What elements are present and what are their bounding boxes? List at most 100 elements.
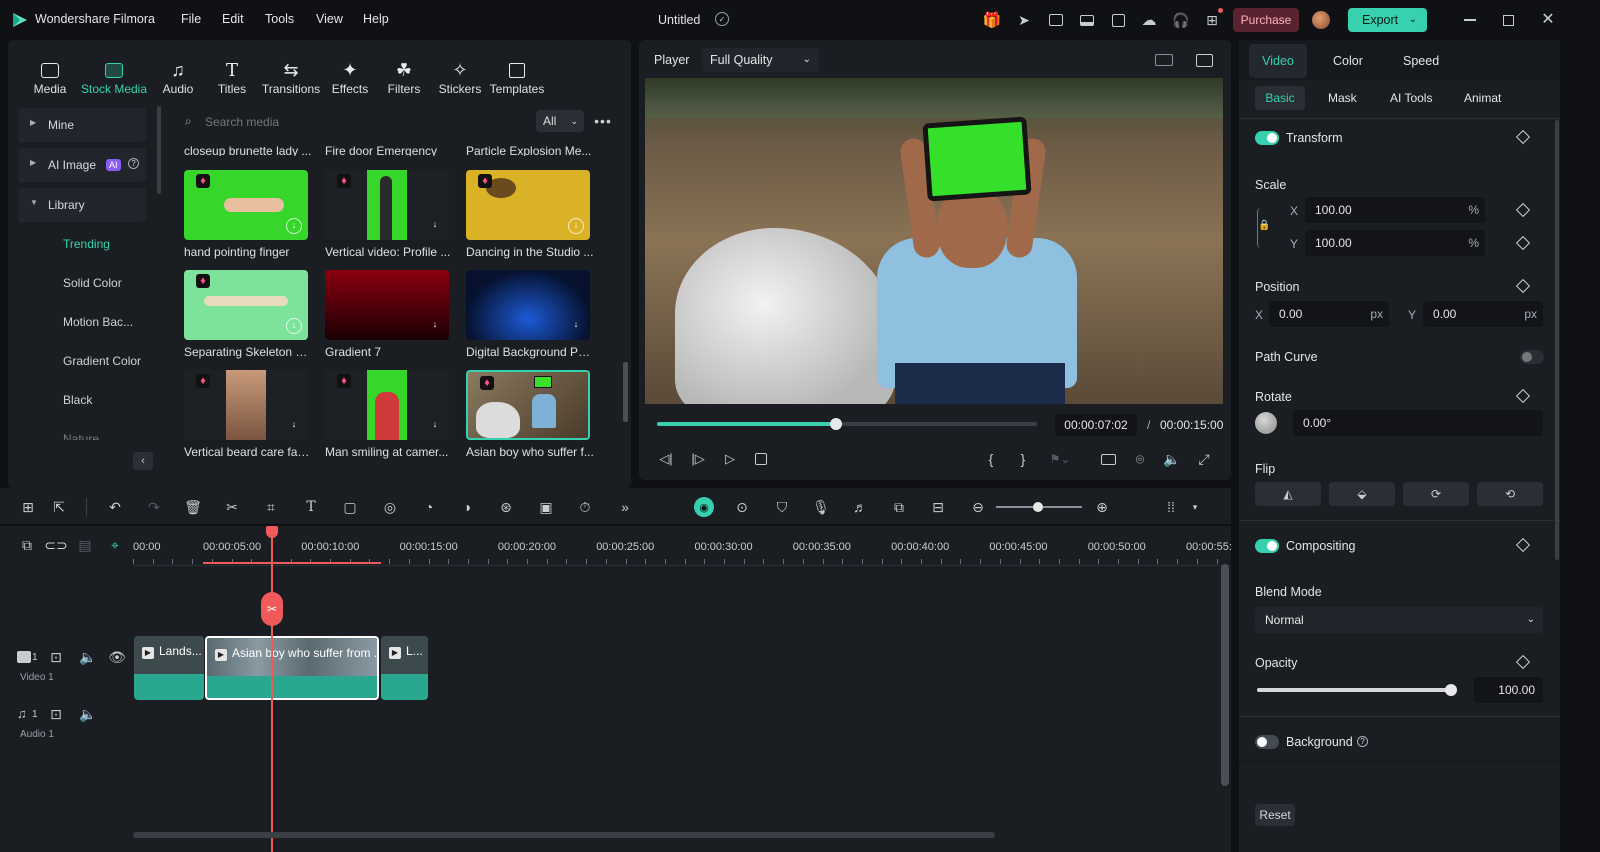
zoom-in-icon[interactable]: ⊕ — [1093, 498, 1111, 516]
speed-icon[interactable]: ◔ — [420, 498, 438, 516]
search-bar[interactable]: ⌕ — [173, 108, 548, 136]
menu-file[interactable]: File — [181, 12, 201, 26]
sidebar-item-mine[interactable]: ▶ Mine — [18, 108, 146, 142]
rotate-dial[interactable] — [1255, 412, 1277, 434]
gift-icon[interactable]: 🎁 — [983, 11, 1002, 29]
menu-view[interactable]: View — [316, 12, 343, 26]
reset-button[interactable]: Reset — [1255, 804, 1295, 826]
media-thumb-skeleton-hands[interactable]: ♦ ↓ — [184, 270, 308, 340]
split-scissors-icon[interactable]: ✂ — [261, 592, 283, 626]
sidebar-item-gradient-color[interactable]: Gradient Color — [63, 354, 141, 368]
avatar[interactable] — [1312, 11, 1330, 29]
scale-x-field[interactable]: 100.00 % — [1305, 197, 1485, 223]
download-icon[interactable]: ↓ — [568, 218, 584, 234]
stop-icon[interactable] — [752, 450, 770, 468]
display-icon[interactable] — [1099, 450, 1117, 468]
tab-speed[interactable]: Speed — [1403, 54, 1439, 68]
download-icon[interactable]: ↓ — [286, 418, 302, 434]
playback-progress[interactable] — [657, 418, 1037, 430]
auto-reframe-icon[interactable]: ⊙ — [733, 498, 751, 516]
sidebar-item-library[interactable]: ▼ Library — [18, 188, 146, 222]
volume-icon[interactable]: 🔈 — [1163, 450, 1181, 468]
keyframe-icon[interactable] — [1515, 537, 1531, 553]
help-icon[interactable]: ? — [1357, 736, 1368, 747]
snapshot-view-icon[interactable] — [1194, 51, 1214, 69]
tab-video[interactable]: Video — [1249, 44, 1307, 78]
crop-icon[interactable]: ⌗ — [262, 498, 280, 516]
minimize-icon[interactable] — [1462, 12, 1478, 28]
position-x-field[interactable]: 0.00 px — [1269, 301, 1389, 327]
tab-color[interactable]: Color — [1333, 54, 1363, 68]
send-icon[interactable]: ➤ — [1015, 11, 1033, 29]
keyframe-icon[interactable] — [1515, 235, 1531, 251]
download-icon[interactable]: ↓ — [427, 318, 443, 334]
media-thumb-beard-care[interactable]: ♦ ↓ — [184, 370, 308, 440]
sidebar-scrollbar[interactable] — [157, 106, 161, 194]
flip-vertical-button[interactable]: ⬙ — [1329, 482, 1395, 506]
link-icon[interactable]: ⊂⊃ — [44, 536, 67, 554]
rotate-right-button[interactable]: ⟳ — [1403, 482, 1469, 506]
flip-horizontal-button[interactable]: ◭ — [1255, 482, 1321, 506]
transform-toggle[interactable] — [1255, 131, 1279, 145]
cloud-icon[interactable]: ☁ — [1140, 11, 1158, 29]
folder-icon[interactable]: ⊡ — [47, 648, 65, 666]
ai-tool-icon[interactable]: ⊛ — [497, 498, 515, 516]
play-icon[interactable]: ▷ — [721, 450, 739, 468]
pip-icon[interactable]: ⧉ — [890, 498, 908, 516]
layout-grid-icon[interactable]: ⊞ — [19, 498, 37, 516]
help-icon[interactable]: ? — [128, 158, 139, 169]
subtab-animation[interactable]: Animat — [1464, 91, 1501, 105]
tab-titles[interactable]: T Titles — [200, 58, 264, 97]
redo-icon[interactable]: ↷ — [145, 498, 163, 516]
color-icon[interactable]: ◑ — [458, 498, 476, 516]
delete-icon[interactable]: 🗑 — [184, 498, 202, 516]
timeline-clip[interactable]: ▶ Lands... — [134, 636, 204, 700]
camera-icon[interactable]: ⌾ — [1131, 450, 1149, 468]
close-icon[interactable]: ✕ — [1540, 10, 1556, 28]
chevron-down-icon[interactable]: ⌄ — [1409, 8, 1417, 32]
snap-icon[interactable]: ⊟ — [929, 498, 947, 516]
subtab-mask[interactable]: Mask — [1328, 91, 1357, 105]
microphone-icon[interactable]: 🎙 — [812, 498, 830, 516]
tab-templates[interactable]: Templates — [485, 58, 549, 96]
select-tool-icon[interactable]: ⇱ — [50, 498, 68, 516]
media-thumb-vertical-profile[interactable]: ♦ ↓ — [325, 170, 449, 240]
tab-stock-media[interactable]: Stock Media — [80, 58, 148, 96]
track-manage-icon[interactable]: ▤ — [76, 536, 94, 554]
layout-icon[interactable] — [1078, 11, 1096, 29]
menu-help[interactable]: Help — [363, 12, 389, 26]
shape-icon[interactable]: ▢ — [341, 498, 359, 516]
undo-icon[interactable]: ↶ — [106, 498, 124, 516]
link-lock-icon[interactable]: 🔒 — [1257, 208, 1271, 248]
sidebar-item-ai-image[interactable]: ▶ AI Image AI ? — [18, 148, 146, 182]
keyframe-icon[interactable] — [1515, 129, 1531, 145]
timeline-clip-selected[interactable]: ▶ Asian boy who suffer from ... — [205, 636, 379, 700]
ai-text-icon[interactable]: ▣ — [537, 498, 555, 516]
download-icon[interactable]: ↓ — [286, 218, 302, 234]
headset-icon[interactable]: 🎧 — [1172, 11, 1190, 29]
download-icon[interactable]: ↓ — [427, 418, 443, 434]
opacity-slider-knob[interactable] — [1445, 684, 1457, 696]
news-icon[interactable] — [1047, 11, 1065, 29]
tab-transitions[interactable]: ⇆ Transitions — [258, 58, 324, 97]
more-tools-icon[interactable]: » — [616, 498, 634, 516]
media-thumb-man-smiling[interactable]: ♦ ↓ — [325, 370, 449, 440]
split-icon[interactable]: ✂ — [223, 498, 241, 516]
media-thumb-dancing-studio[interactable]: ♦ ↓ — [466, 170, 590, 240]
scale-y-field[interactable]: 100.00 % — [1305, 230, 1485, 256]
background-toggle[interactable] — [1255, 735, 1279, 749]
mask-icon[interactable]: ◎ — [381, 498, 399, 516]
search-input[interactable] — [205, 113, 505, 131]
playhead-knob[interactable] — [829, 418, 842, 430]
sidebar-item-trending[interactable]: Trending — [63, 237, 110, 251]
playhead-handle[interactable] — [266, 526, 278, 538]
tab-stickers[interactable]: ✧ Stickers — [427, 58, 493, 97]
media-thumb-gradient-7[interactable]: ↓ — [325, 270, 449, 340]
keyframe-icon[interactable] — [1515, 654, 1531, 670]
mute-icon[interactable]: 🔈 — [79, 705, 97, 723]
mute-icon[interactable]: 🔈 — [79, 648, 97, 666]
purchase-button[interactable]: Purchase — [1233, 8, 1299, 32]
maximize-icon[interactable] — [1500, 12, 1516, 28]
zoom-slider-knob[interactable] — [1033, 502, 1043, 512]
marker-icon[interactable]: ⚑⌄ — [1047, 450, 1073, 468]
